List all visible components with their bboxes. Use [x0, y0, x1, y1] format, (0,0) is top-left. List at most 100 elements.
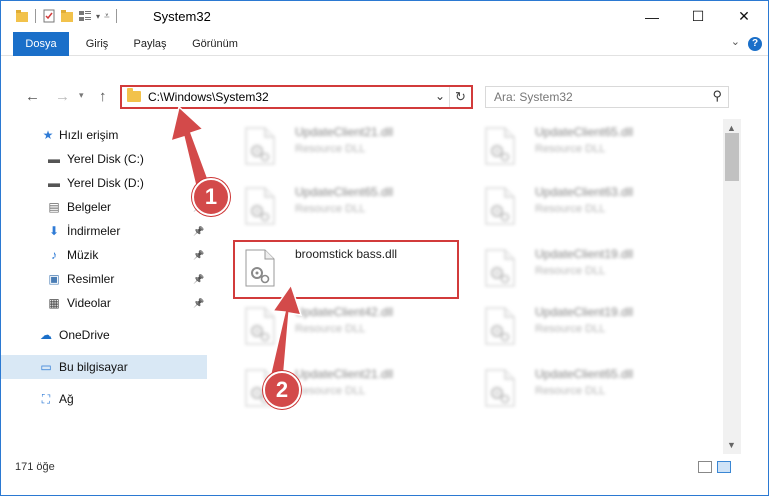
vertical-scrollbar[interactable]: ▲ ▼ — [723, 119, 741, 454]
file-type: Resource DLL — [535, 265, 606, 277]
pictures-icon: ▣ — [48, 272, 60, 286]
sidebar-item[interactable]: ★ Hızlı erişim — [1, 123, 207, 147]
toolbar-separator — [35, 9, 36, 23]
pin-icon[interactable]: 📌 — [193, 274, 204, 285]
file-type: Resource DLL — [295, 323, 366, 335]
sidebar-item[interactable]: ♪ Müzik 📌 — [1, 243, 207, 267]
new-folder-icon[interactable] — [60, 9, 74, 23]
scroll-thumb[interactable] — [725, 133, 739, 181]
sidebar-item-label: İndirmeler — [67, 224, 121, 238]
sidebar-item[interactable]: ⬇ İndirmeler 📌 — [1, 219, 207, 243]
view-icon[interactable] — [78, 9, 92, 23]
title-bar: ▾ ⩡ System32 — ☐ ✕ — [1, 1, 768, 32]
file-item[interactable]: UpdateClient65.dll Resource DLL — [475, 121, 705, 177]
file-type: Resource DLL — [535, 385, 606, 397]
sidebar-item[interactable]: ▦ Videolar 📌 — [1, 291, 207, 315]
pin-icon[interactable]: 📌 — [193, 226, 204, 237]
file-item[interactable]: UpdateClient65.dll Resource DLL — [475, 363, 705, 419]
tab-paylas[interactable]: Paylaş — [125, 32, 175, 56]
scroll-down-icon[interactable]: ▼ — [727, 440, 736, 450]
sidebar-item[interactable]: ⛶ Ağ — [1, 387, 207, 411]
file-type: Resource DLL — [295, 385, 366, 397]
file-item[interactable]: UpdateClient42.dll Resource DLL — [235, 301, 465, 357]
item-count: 171 öğe — [15, 461, 55, 473]
computer-icon: ▭ — [40, 360, 52, 374]
help-icon[interactable]: ? — [748, 37, 762, 51]
sidebar-item-label: Yerel Disk (C:) — [67, 152, 144, 166]
file-name: broomstick bass.dll — [295, 247, 398, 261]
file-item[interactable]: broomstick bass.dll — [235, 243, 465, 299]
search-icon[interactable]: ⚲ — [712, 88, 722, 104]
minimize-button[interactable]: — — [629, 1, 675, 32]
status-bar: 171 öğe — [1, 455, 768, 477]
explorer-window: ▾ ⩡ System32 — ☐ ✕ Dosya Giriş Paylaş Gö… — [0, 0, 769, 496]
file-item[interactable]: UpdateClient65.dll Resource DLL — [235, 181, 465, 237]
dll-file-icon — [245, 307, 275, 345]
sidebar-item-label: Resimler — [67, 272, 115, 286]
sidebar-item[interactable]: ▬ Yerel Disk (D:) — [1, 171, 207, 195]
downloads-icon: ⬇ — [48, 224, 60, 238]
sidebar-item-label: OneDrive — [59, 328, 110, 342]
file-name: UpdateClient65.dll — [535, 367, 634, 381]
address-bar[interactable]: C:\Windows\System32 ⌄ ↻ — [120, 85, 473, 109]
address-path[interactable]: C:\Windows\System32 — [148, 90, 269, 104]
file-type: Resource DLL — [295, 203, 366, 215]
customize-toolbar-icon[interactable]: ⩡ — [104, 11, 110, 22]
navigation-pane: ★ Hızlı erişim ▬ Yerel Disk (C:) ▬ Yerel Disk… — [1, 119, 213, 451]
dll-file-icon — [485, 187, 515, 225]
tab-dosya[interactable]: Dosya — [13, 32, 69, 56]
maximize-button[interactable]: ☐ — [675, 1, 721, 32]
file-name: UpdateClient65.dll — [295, 185, 394, 199]
sidebar-item[interactable]: ▤Belgeler📌 — [1, 195, 207, 219]
sidebar-item-label: Hızlı erişim — [59, 128, 119, 142]
sidebar-item-label: Belgeler — [67, 200, 112, 214]
network-icon: ⛶ — [41, 391, 51, 406]
file-type: Resource DLL — [535, 143, 606, 155]
recent-locations-icon[interactable]: ▾ — [79, 90, 84, 101]
dll-file-icon — [485, 369, 515, 407]
sidebar-item[interactable]: ▭ Bu bilgisayar — [1, 355, 207, 379]
step-2-badge: 2 — [263, 371, 301, 409]
refresh-icon[interactable]: ↻ — [449, 87, 471, 107]
dll-file-icon — [485, 249, 515, 287]
search-input[interactable]: Ara: System32 ⚲ — [485, 86, 729, 108]
dll-file-icon — [485, 127, 515, 165]
file-item[interactable]: UpdateClient19.dll Resource DLL — [475, 243, 705, 299]
file-type: Resource DLL — [535, 203, 606, 215]
sidebar-item[interactable]: ▣ Resimler 📌 — [1, 267, 207, 291]
expand-ribbon-icon[interactable]: ⌄ — [731, 35, 740, 48]
dll-file-icon — [485, 307, 515, 345]
sidebar-item-label: Bu bilgisayar — [59, 360, 128, 374]
toolbar-separator — [115, 9, 117, 23]
navigation-bar: ← → ▾ ↑ C:\Windows\System32 ⌄ ↻ Ara: Sys… — [1, 80, 768, 116]
tab-gorunum[interactable]: Görünüm — [183, 32, 247, 56]
documents-icon: ▤ — [48, 200, 60, 214]
details-view-icon[interactable] — [698, 461, 712, 473]
file-item[interactable]: UpdateClient19.dll Resource DLL — [475, 301, 705, 357]
dll-file-icon — [245, 127, 275, 165]
pin-icon[interactable]: 📌 — [193, 298, 204, 309]
file-name: UpdateClient21.dll — [295, 367, 394, 381]
pin-icon[interactable]: 📌 — [193, 250, 204, 261]
tab-giris[interactable]: Giriş — [75, 32, 119, 56]
back-arrow-icon[interactable]: ← — [25, 88, 40, 105]
sidebar-item[interactable]: ▬ Yerel Disk (C:) — [1, 147, 207, 171]
large-icons-view-icon[interactable] — [717, 461, 731, 473]
close-button[interactable]: ✕ — [721, 1, 767, 32]
properties-icon[interactable] — [42, 9, 56, 23]
folder-icon — [16, 10, 28, 22]
up-arrow-icon[interactable]: ↑ — [99, 88, 107, 105]
search-placeholder: Ara: System32 — [494, 90, 573, 104]
chevron-down-icon[interactable]: ▾ — [96, 12, 100, 21]
sidebar-item-label: Yerel Disk (D:) — [67, 176, 144, 190]
forward-arrow-icon[interactable]: → — [55, 88, 70, 105]
close-icon: ✕ — [738, 8, 750, 24]
file-name: UpdateClient21.dll — [295, 125, 394, 139]
sidebar-item[interactable]: ☁ OneDrive — [1, 323, 207, 347]
file-item[interactable]: UpdateClient63.dll Resource DLL — [475, 181, 705, 237]
videos-icon: ▦ — [48, 296, 60, 310]
dll-file-icon — [245, 187, 275, 225]
file-item[interactable]: UpdateClient21.dll Resource DLL — [235, 121, 465, 177]
address-dropdown-icon[interactable]: ⌄ — [435, 89, 445, 103]
scroll-up-icon[interactable]: ▲ — [727, 123, 736, 133]
